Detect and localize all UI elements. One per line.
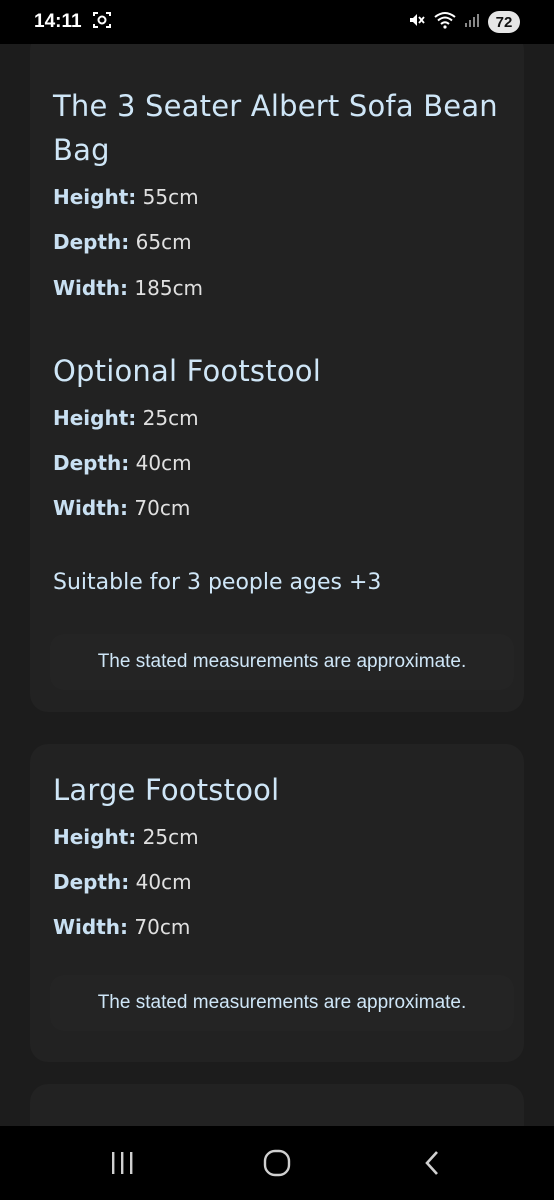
home-icon	[263, 1149, 291, 1177]
spec-height: Height: 55cm	[53, 185, 199, 209]
section-title: Optional Footstool	[53, 354, 321, 388]
mute-icon	[408, 11, 426, 33]
status-bar: 14:11 72	[0, 0, 554, 44]
spec-label: Height:	[53, 825, 137, 849]
spec-value: 25cm	[136, 406, 199, 430]
navigation-bar	[0, 1126, 554, 1200]
spec-value: 55cm	[136, 185, 199, 209]
spec-width: Width: 70cm	[53, 496, 190, 520]
spec-value: 40cm	[129, 451, 192, 475]
spec-height: Height: 25cm	[53, 825, 199, 849]
wifi-icon	[434, 11, 456, 33]
spec-width: Width: 185cm	[53, 276, 203, 300]
spec-value: 40cm	[129, 870, 192, 894]
suitability-text: Suitable for 3 people ages +3	[53, 570, 382, 595]
clock: 14:11	[34, 11, 82, 32]
spec-label: Width:	[53, 276, 129, 300]
back-button[interactable]	[413, 1148, 453, 1178]
screenshot-icon	[92, 10, 112, 34]
spec-label: Depth:	[53, 870, 130, 894]
measurements-note: The stated measurements are approximate.	[50, 634, 514, 690]
spec-value: 185cm	[128, 276, 204, 300]
battery-indicator: 72	[488, 11, 520, 33]
spec-value: 25cm	[136, 825, 199, 849]
recents-button[interactable]	[102, 1148, 142, 1178]
spec-label: Width:	[53, 915, 129, 939]
signal-icon	[464, 12, 480, 32]
status-right: 72	[408, 11, 520, 33]
spec-value: 70cm	[128, 915, 191, 939]
section-title: The 3 Seater Albert Sofa Bean Bag	[53, 84, 498, 172]
spec-height: Height: 25cm	[53, 406, 199, 430]
spec-value: 65cm	[129, 230, 192, 254]
page-content: The 3 Seater Albert Sofa Bean Bag Height…	[0, 44, 554, 1126]
back-icon	[425, 1151, 438, 1175]
home-button[interactable]	[257, 1148, 297, 1178]
recents-icon	[112, 1152, 133, 1174]
title-line: Bag	[53, 133, 110, 167]
spec-depth: Depth: 40cm	[53, 870, 192, 894]
spec-label: Depth:	[53, 230, 130, 254]
measurements-note: The stated measurements are approximate.	[50, 975, 514, 1031]
section-title: Large Footstool	[53, 773, 280, 807]
status-left: 14:11	[34, 10, 112, 34]
product-card	[30, 1084, 524, 1126]
spec-label: Height:	[53, 406, 137, 430]
spec-label: Width:	[53, 496, 129, 520]
spec-label: Depth:	[53, 451, 130, 475]
spec-width: Width: 70cm	[53, 915, 190, 939]
title-line: The 3 Seater Albert Sofa Bean	[53, 89, 498, 123]
spec-depth: Depth: 65cm	[53, 230, 192, 254]
spec-value: 70cm	[128, 496, 191, 520]
spec-label: Height:	[53, 185, 137, 209]
spec-depth: Depth: 40cm	[53, 451, 192, 475]
